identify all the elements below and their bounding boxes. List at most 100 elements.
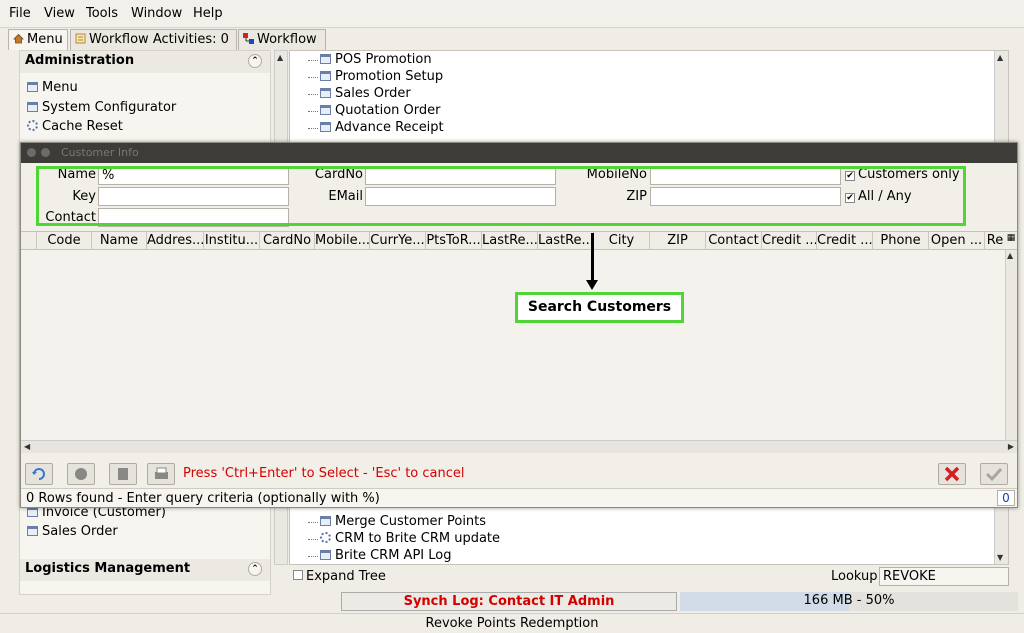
window-icon [320,516,331,526]
column-header[interactable]: Name [92,232,147,250]
column-header[interactable]: LastRe... [482,232,538,250]
cancel-button[interactable] [938,463,966,485]
tree-item-sales-order[interactable]: Sales Order [308,86,411,101]
table-header: Code Name Addres... Institu... CardNo Mo… [21,232,1017,250]
collapse-icon[interactable]: ⌃ [248,562,262,576]
column-header[interactable]: CardNo [260,232,315,250]
gear-icon [320,532,331,543]
scroll-right-icon[interactable]: ▶ [1008,442,1014,451]
check-icon [985,467,1003,482]
window-icon [27,102,38,112]
arrow-down-icon [586,280,598,290]
reset-button[interactable] [67,463,95,485]
footer-title: Revoke Points Redemption [0,613,1024,633]
reset-icon [75,468,87,480]
zoom-button[interactable] [109,463,137,485]
window-icon [320,105,331,115]
window-icon [27,82,38,92]
column-header[interactable]: Credit ... [817,232,873,250]
scroll-down-icon[interactable]: ▼ [997,553,1003,562]
column-header[interactable]: Addres... [147,232,204,250]
sidebar-item-menu[interactable]: Menu [27,80,78,95]
customer-info-dialog: Customer Info Name % Key Contact CardNo … [20,142,1018,508]
scroll-left-icon[interactable]: ◀ [24,442,30,451]
minimize-icon[interactable] [41,148,50,157]
memory-text: 166 MB - 50% [803,593,895,608]
checkbox-icon [293,570,303,580]
column-header[interactable]: CurrYe... [370,232,426,250]
table-hscroll[interactable]: ◀ ▶ [21,440,1017,453]
window-icon [320,71,331,81]
column-header[interactable]: City [594,232,650,250]
sidebar-item-cache-reset[interactable]: Cache Reset [27,119,123,134]
close-icon[interactable] [27,148,36,157]
column-header[interactable]: Re [985,232,1005,250]
print-icon [155,467,168,479]
tree-item-advance-receipt[interactable]: Advance Receipt [308,120,444,135]
menu-view[interactable]: View [44,6,75,21]
column-header[interactable]: Institu... [204,232,260,250]
window-icon [320,88,331,98]
table-corner [21,232,37,250]
synch-log-status[interactable]: Synch Log: Contact IT Admin [341,592,677,611]
tree-item-quotation-order[interactable]: Quotation Order [307,103,440,118]
column-header[interactable]: LastRe... [538,232,594,250]
home-icon [13,33,24,44]
tree-item-pos-promotion[interactable]: POS Promotion [308,52,432,67]
lookup-field[interactable]: REVOKE [879,567,1009,586]
menu-bar: File View Tools Window Help [0,0,1024,28]
tab-bar: Menu Workflow Activities: 0 Workflow [0,28,1024,50]
search-customers-callout: Search Customers [515,292,684,323]
section-administration[interactable]: Administration ⌃ [20,51,270,73]
column-header[interactable]: Code [37,232,92,250]
column-header[interactable]: PtsToR... [426,232,482,250]
cancel-icon [944,466,960,482]
column-header[interactable]: ZIP [650,232,706,250]
scroll-up-icon[interactable]: ▲ [997,53,1003,62]
tree-item-crm-to-brite-crm-update[interactable]: CRM to Brite CRM update [307,531,500,546]
menu-help[interactable]: Help [193,6,223,21]
window-icon [320,122,331,132]
menu-tools[interactable]: Tools [86,6,118,21]
row-count: 0 [997,490,1015,506]
tab-workflow[interactable]: Workflow [238,29,326,50]
keyboard-hint: Press 'Ctrl+Enter' to Select - 'Esc' to … [183,466,465,481]
lookup-label: Lookup [831,569,878,584]
scroll-up-icon[interactable]: ▲ [277,53,283,62]
tab-workflow-activities[interactable]: Workflow Activities: 0 [70,29,237,50]
collapse-icon[interactable]: ⌃ [248,54,262,68]
dialog-title: Customer Info [61,146,139,159]
window-icon [27,507,38,517]
table-vscroll[interactable]: ▲ [1005,250,1017,440]
tree-item-promotion-setup[interactable]: Promotion Setup [307,69,443,84]
column-chooser-icon[interactable]: ▦ [1005,232,1017,250]
window-icon [320,550,331,560]
zoom-icon [118,468,128,480]
refresh-button[interactable] [25,463,53,485]
tree-item-merge-customer-points[interactable]: Merge Customer Points [307,514,486,529]
column-header[interactable]: Mobile... [315,232,370,250]
refresh-icon [32,468,45,480]
annotation-arrow [591,233,594,283]
expand-tree-checkbox[interactable]: Expand Tree [293,569,386,584]
dialog-title-bar: Customer Info [21,143,1017,163]
scroll-up-icon[interactable]: ▲ [1007,251,1013,260]
menu-file[interactable]: File [9,6,31,21]
status-line: 0 Rows found - Enter query criteria (opt… [21,488,1017,507]
section-logistics-management[interactable]: Logistics Management ⌃ [20,559,270,581]
tree-item-brite-crm-api-log[interactable]: Brite CRM API Log [307,548,451,563]
workflow-icon [243,33,254,44]
menu-window[interactable]: Window [131,6,182,21]
column-header[interactable]: Phone [873,232,929,250]
print-button[interactable] [147,463,175,485]
search-criteria-highlight [36,166,966,226]
workflow-activities-icon [75,33,86,44]
sidebar-item-sales-order[interactable]: Sales Order [27,524,118,539]
column-header[interactable]: Open ... [929,232,985,250]
ok-button[interactable] [980,463,1008,485]
column-header[interactable]: Credit ... [762,232,817,250]
tab-menu[interactable]: Menu [8,29,68,50]
gear-icon [27,120,38,131]
sidebar-item-system-configurator[interactable]: System Configurator [27,100,176,115]
column-header[interactable]: Contact [706,232,762,250]
